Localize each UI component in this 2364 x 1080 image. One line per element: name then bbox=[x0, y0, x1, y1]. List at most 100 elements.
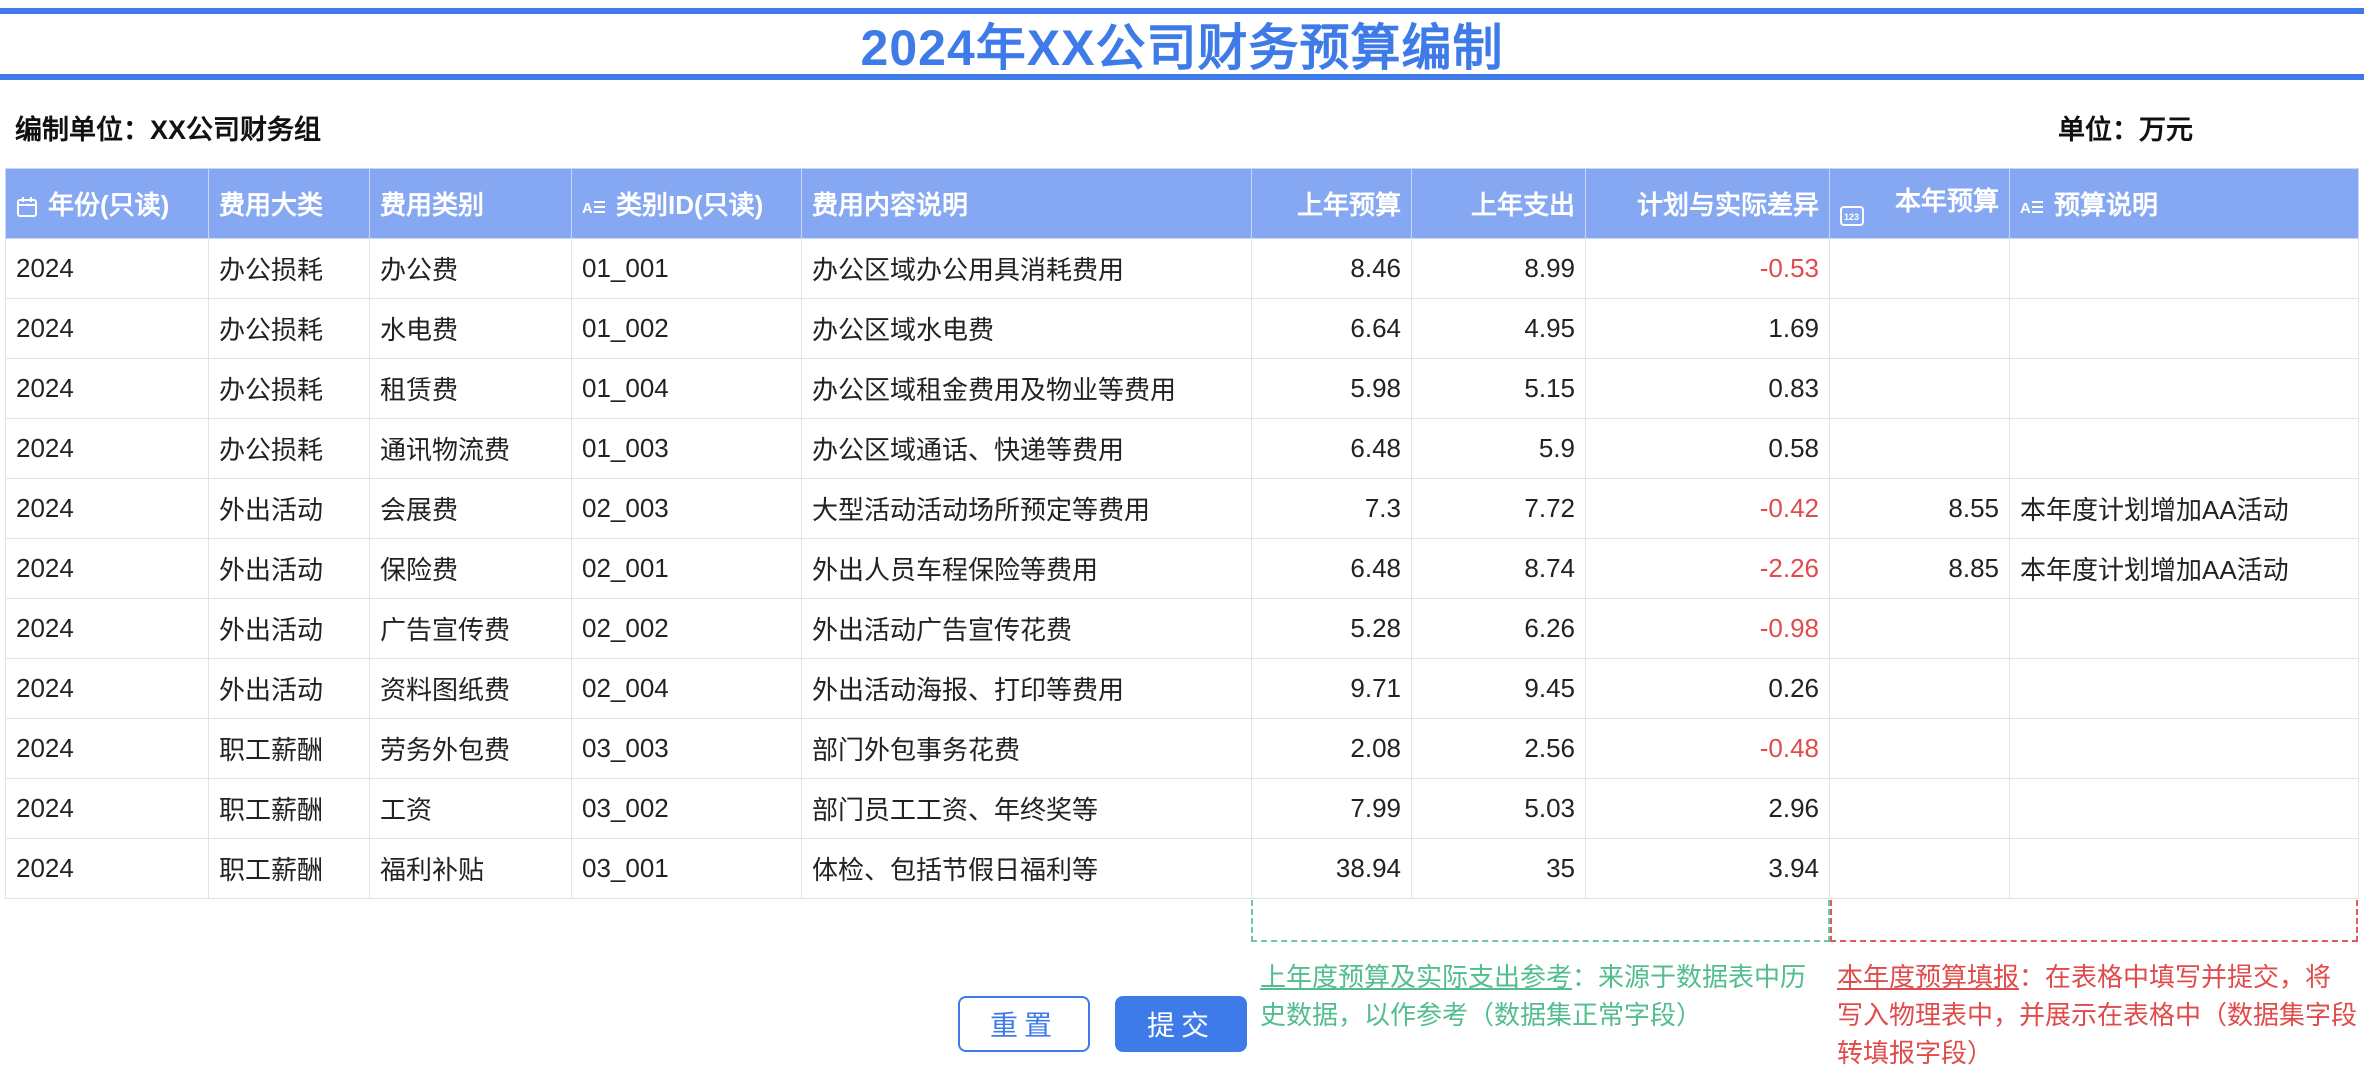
subcategory-cell: 福利补贴 bbox=[369, 838, 572, 899]
table-row: 2024 职工薪酬 福利补贴 03_001 体检、包括节假日福利等 38.94 35 3.94 bbox=[5, 838, 2359, 899]
variance-cell: -0.42 bbox=[1585, 478, 1830, 539]
budget-note-cell[interactable] bbox=[2009, 658, 2359, 719]
variance-cell: -2.26 bbox=[1585, 538, 1830, 599]
note-green-head: 上年度预算及实际支出参考 bbox=[1260, 962, 1573, 992]
subcategory-cell: 办公费 bbox=[369, 238, 572, 299]
budget-note-cell[interactable] bbox=[2009, 298, 2359, 359]
table-row: 2024 外出活动 广告宣传费 02_002 外出活动广告宣传花费 5.28 6.26 -0.… bbox=[5, 598, 2359, 659]
this-budget-cell[interactable] bbox=[1829, 718, 2010, 779]
this-year-fill-note: 本年度预算填报：在表格中填写并提交，将写入物理表中，并展示在表格中（数据集字段转… bbox=[1837, 958, 2357, 1072]
table-row: 2024 办公损耗 水电费 01_002 办公区域水电费 6.64 4.95 1.69 bbox=[5, 298, 2359, 359]
last-spend-cell: 9.45 bbox=[1411, 658, 1586, 719]
col-header-last-spend[interactable]: 上年支出 bbox=[1411, 168, 1586, 239]
budget-note-cell[interactable] bbox=[2009, 778, 2359, 839]
description-cell: 部门员工工资、年终奖等 bbox=[801, 778, 1252, 839]
year-cell: 2024 bbox=[5, 658, 209, 719]
subcategory-cell: 会展费 bbox=[369, 478, 572, 539]
last-budget-cell: 5.28 bbox=[1251, 598, 1412, 659]
col-header-this-budget[interactable]: 123 本年预算 bbox=[1829, 168, 2010, 239]
category-cell: 外出活动 bbox=[208, 658, 370, 719]
last-spend-cell: 8.99 bbox=[1411, 238, 1586, 299]
col-header-label: 费用内容说明 bbox=[812, 190, 969, 220]
this-budget-cell[interactable] bbox=[1829, 358, 2010, 419]
budget-note-cell[interactable] bbox=[2009, 238, 2359, 299]
subcategory-cell: 通讯物流费 bbox=[369, 418, 572, 479]
this-year-fill-bracket bbox=[1830, 900, 2358, 942]
budget-note-cell[interactable] bbox=[2009, 418, 2359, 479]
col-header-year[interactable]: 年份(只读) bbox=[5, 168, 209, 239]
year-cell: 2024 bbox=[5, 718, 209, 779]
variance-cell: 0.26 bbox=[1585, 658, 1830, 719]
table-row: 2024 办公损耗 租赁费 01_004 办公区域租金费用及物业等费用 5.98 5.15 0… bbox=[5, 358, 2359, 419]
budget-note-cell[interactable]: 本年度计划增加AA活动 bbox=[2009, 538, 2359, 599]
last-budget-cell: 6.48 bbox=[1251, 418, 1412, 479]
budget-note-cell[interactable] bbox=[2009, 718, 2359, 779]
year-cell: 2024 bbox=[5, 778, 209, 839]
category-id-cell: 01_003 bbox=[571, 418, 802, 479]
last-budget-cell: 7.3 bbox=[1251, 478, 1412, 539]
last-spend-cell: 6.26 bbox=[1411, 598, 1586, 659]
description-cell: 大型活动活动场所预定等费用 bbox=[801, 478, 1252, 539]
year-cell: 2024 bbox=[5, 538, 209, 599]
budget-note-cell[interactable] bbox=[2009, 358, 2359, 419]
submit-button[interactable]: 提交 bbox=[1115, 996, 1247, 1052]
col-header-description[interactable]: 费用内容说明 bbox=[801, 168, 1252, 239]
this-budget-cell[interactable] bbox=[1829, 418, 2010, 479]
budget-note-cell[interactable] bbox=[2009, 598, 2359, 659]
this-budget-cell[interactable] bbox=[1829, 778, 2010, 839]
budget-note-cell[interactable] bbox=[2009, 838, 2359, 899]
svg-text:123: 123 bbox=[1844, 212, 1859, 222]
year-cell: 2024 bbox=[5, 298, 209, 359]
col-header-label: 上年支出 bbox=[1470, 190, 1575, 220]
this-budget-cell[interactable] bbox=[1829, 598, 2010, 659]
description-cell: 外出活动广告宣传花费 bbox=[801, 598, 1252, 659]
description-cell: 外出活动海报、打印等费用 bbox=[801, 658, 1252, 719]
note-red-head: 本年度预算填报 bbox=[1837, 962, 2020, 992]
year-cell: 2024 bbox=[5, 838, 209, 899]
subcategory-cell: 工资 bbox=[369, 778, 572, 839]
table-row: 2024 职工薪酬 工资 03_002 部门员工工资、年终奖等 7.99 5.03 2.96 bbox=[5, 778, 2359, 839]
category-id-cell: 01_004 bbox=[571, 358, 802, 419]
this-budget-cell[interactable]: 8.55 bbox=[1829, 478, 2010, 539]
col-header-subcategory[interactable]: 费用类别 bbox=[369, 168, 572, 239]
reset-button[interactable]: 重置 bbox=[958, 996, 1090, 1052]
col-header-label: 上年预算 bbox=[1296, 190, 1401, 220]
col-header-variance[interactable]: 计划与实际差异 bbox=[1585, 168, 1830, 239]
svg-text:A: A bbox=[582, 200, 593, 217]
this-budget-cell[interactable] bbox=[1829, 298, 2010, 359]
category-id-cell: 02_001 bbox=[571, 538, 802, 599]
table-row: 2024 外出活动 资料图纸费 02_004 外出活动海报、打印等费用 9.71 9.45 0… bbox=[5, 658, 2359, 719]
subcategory-cell: 保险费 bbox=[369, 538, 572, 599]
this-budget-cell[interactable] bbox=[1829, 838, 2010, 899]
description-cell: 部门外包事务花费 bbox=[801, 718, 1252, 779]
col-header-category[interactable]: 费用大类 bbox=[208, 168, 370, 239]
col-header-category-id[interactable]: A 类别ID(只读) bbox=[571, 168, 802, 239]
variance-cell: 0.58 bbox=[1585, 418, 1830, 479]
budget-note-cell[interactable]: 本年度计划增加AA活动 bbox=[2009, 478, 2359, 539]
category-cell: 职工薪酬 bbox=[208, 838, 370, 899]
col-header-budget-note[interactable]: A 预算说明 bbox=[2009, 168, 2359, 239]
this-budget-cell[interactable] bbox=[1829, 658, 2010, 719]
variance-cell: -0.53 bbox=[1585, 238, 1830, 299]
col-header-label: 年份(只读) bbox=[48, 190, 170, 220]
table-row: 2024 外出活动 会展费 02_003 大型活动活动场所预定等费用 7.3 7.72 -0.… bbox=[5, 478, 2359, 539]
year-cell: 2024 bbox=[5, 598, 209, 659]
category-id-cell: 01_002 bbox=[571, 298, 802, 359]
svg-text:A: A bbox=[2020, 200, 2031, 217]
last-spend-cell: 35 bbox=[1411, 838, 1586, 899]
budget-table: 年份(只读) 费用大类 费用类别 A 类别ID(只读) 费用内容说明 上年预算 … bbox=[5, 168, 2359, 899]
org-label: 编制单位：XX公司财务组 bbox=[15, 115, 322, 145]
table-row: 2024 职工薪酬 劳务外包费 03_003 部门外包事务花费 2.08 2.56 -0.48 bbox=[5, 718, 2359, 779]
category-id-cell: 03_001 bbox=[571, 838, 802, 899]
variance-cell: -0.48 bbox=[1585, 718, 1830, 779]
this-budget-cell[interactable]: 8.85 bbox=[1829, 538, 2010, 599]
year-cell: 2024 bbox=[5, 418, 209, 479]
last-budget-cell: 6.48 bbox=[1251, 538, 1412, 599]
category-id-cell: 02_002 bbox=[571, 598, 802, 659]
table-body: 2024 办公损耗 办公费 01_001 办公区域办公用具消耗费用 8.46 8.99 -0.… bbox=[5, 238, 2359, 899]
number-field-icon: 123 bbox=[1840, 205, 1864, 227]
this-budget-cell[interactable] bbox=[1829, 238, 2010, 299]
col-header-last-budget[interactable]: 上年预算 bbox=[1251, 168, 1412, 239]
description-cell: 办公区域租金费用及物业等费用 bbox=[801, 358, 1252, 419]
subcategory-cell: 水电费 bbox=[369, 298, 572, 359]
